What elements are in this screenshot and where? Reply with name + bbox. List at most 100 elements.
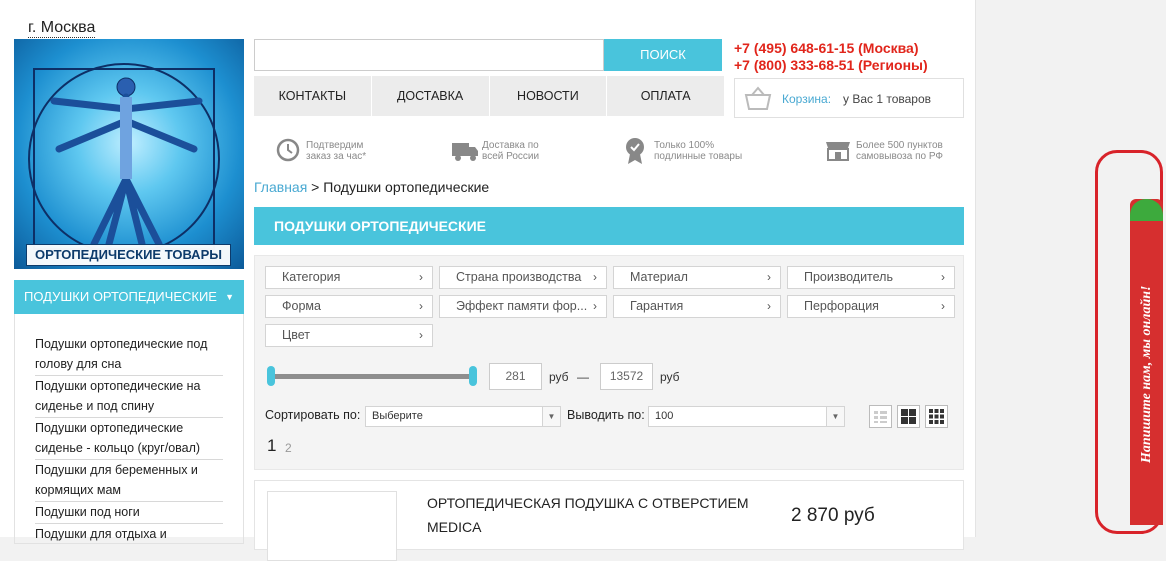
sidebar-item-pregnancy[interactable]: Подушки для беременных и кормящих мам bbox=[35, 460, 223, 502]
chevron-right-icon: › bbox=[593, 270, 597, 284]
chevron-right-icon: › bbox=[419, 328, 423, 342]
chevron-right-icon: › bbox=[941, 270, 945, 284]
product-card: ОРТОПЕДИЧЕСКАЯ ПОДУШКА С ОТВЕРСТИЕМ MEDI… bbox=[254, 480, 964, 561]
benefit-confirm-line1: Подтвердим bbox=[306, 140, 364, 151]
filter-color[interactable]: Цвет › bbox=[265, 324, 433, 347]
price-dash: — bbox=[577, 370, 589, 384]
filter-material[interactable]: Материал › bbox=[613, 266, 781, 289]
filter-shape[interactable]: Форма › bbox=[265, 295, 433, 318]
vitruvian-man-icon bbox=[28, 63, 220, 255]
delivery-truck-icon bbox=[452, 143, 478, 161]
sidebar-item-ring-seat[interactable]: Подушки ортопедические сиденье - кольцо … bbox=[35, 418, 223, 460]
filter-manufacturer-label: Производитель bbox=[804, 270, 893, 284]
price-max-input[interactable]: 13572 bbox=[600, 363, 653, 390]
chevron-right-icon: › bbox=[767, 270, 771, 284]
benefit-original-line2: подлинные товары bbox=[654, 151, 743, 162]
product-name[interactable]: ОРТОПЕДИЧЕСКАЯ ПОДУШКА С ОТВЕРСТИЕМ MEDI… bbox=[427, 491, 757, 539]
dropdown-arrow-icon: ▼ bbox=[542, 407, 560, 426]
sidebar-item-leg-pillows[interactable]: Подушки под ноги bbox=[35, 502, 223, 524]
price-min-handle[interactable] bbox=[267, 366, 275, 386]
phone-regions[interactable]: +7 (800) 333-68-51 (Регионы) bbox=[734, 57, 928, 74]
page-title: ПОДУШКИ ОРТОПЕДИЧЕСКИЕ bbox=[254, 207, 964, 245]
sidebar-category-list: Подушки ортопедические под голову для сн… bbox=[14, 314, 244, 544]
benefit-delivery-line2: всей России bbox=[482, 151, 540, 162]
filter-material-label: Материал bbox=[630, 270, 688, 284]
filter-panel: Категория › Страна производства › Материал… bbox=[254, 255, 964, 470]
city-selector[interactable]: г. Москва bbox=[28, 19, 96, 38]
nav-contacts[interactable]: КОНТАКТЫ bbox=[254, 76, 372, 116]
benefit-original-line1: Только 100% bbox=[654, 140, 715, 151]
breadcrumb-separator: > bbox=[307, 179, 324, 195]
price-min-input[interactable]: 281 bbox=[489, 363, 542, 390]
view-grid-large-icon[interactable] bbox=[897, 405, 920, 428]
page-1-current: 1 bbox=[267, 436, 277, 455]
benefit-pickup-line2: самовывоза по РФ bbox=[856, 151, 943, 162]
cart-count: у Вас 1 товаров bbox=[843, 92, 932, 106]
chevron-right-icon: › bbox=[419, 299, 423, 313]
per-page-select[interactable]: 100 ▼ bbox=[648, 406, 845, 427]
cart-label: Корзина: bbox=[782, 92, 832, 106]
filter-color-label: Цвет bbox=[282, 328, 311, 342]
sort-label: Сортировать по: bbox=[265, 408, 361, 422]
breadcrumb-current: Подушки ортопедические bbox=[323, 179, 490, 195]
filter-category-label: Категория bbox=[282, 270, 341, 284]
dropdown-arrow-icon: ▼ bbox=[826, 407, 844, 426]
logo[interactable]: ОРТОПЕДИЧЕСКИЕ ТОВАРЫ bbox=[14, 39, 244, 269]
price-range-track[interactable] bbox=[269, 374, 472, 379]
benefit-pickup-line1: Более 500 пунктов bbox=[856, 140, 943, 151]
filter-manufacturer[interactable]: Производитель › bbox=[787, 266, 955, 289]
top-navigation: КОНТАКТЫ ДОСТАВКА НОВОСТИ ОПЛАТА bbox=[254, 76, 724, 116]
phone-numbers: +7 (495) 648-61-15 (Москва) +7 (800) 333… bbox=[734, 40, 928, 74]
filter-perforation-label: Перфорация bbox=[804, 299, 879, 313]
filter-memory-effect-label: Эффект памяти фор... bbox=[456, 299, 588, 313]
chevron-right-icon: › bbox=[419, 270, 423, 284]
price-min-unit: руб bbox=[549, 370, 569, 384]
chevron-right-icon: › bbox=[941, 299, 945, 313]
confirm-clock-icon bbox=[276, 138, 300, 162]
breadcrumb-home[interactable]: Главная bbox=[254, 179, 307, 195]
chat-tab-label: Напишите нам, мы онлайн! bbox=[1139, 285, 1154, 463]
per-page-value: 100 bbox=[655, 410, 674, 422]
filter-warranty-label: Гарантия bbox=[630, 299, 684, 313]
page-2-link[interactable]: 2 bbox=[285, 441, 292, 455]
benefits-row: Подтвердим заказ за час* Доставка по всей … bbox=[254, 134, 964, 168]
breadcrumb: Главная > Подушки ортопедические bbox=[254, 179, 489, 195]
page: г. Москва ОРТОПЕДИЧЕСКИЕ ТОВАРЫ ПОДУШКИ … bbox=[0, 0, 976, 561]
phone-moscow[interactable]: +7 (495) 648-61-15 (Москва) bbox=[734, 40, 928, 57]
view-grid-small-icon[interactable] bbox=[925, 405, 948, 428]
nav-delivery[interactable]: ДОСТАВКА bbox=[372, 76, 490, 116]
sidebar-heading-label: ПОДУШКИ ОРТОПЕДИЧЕСКИЕ bbox=[24, 289, 217, 304]
product-image[interactable] bbox=[267, 491, 397, 561]
sidebar-category-heading[interactable]: ПОДУШКИ ОРТОПЕДИЧЕСКИЕ ▼ bbox=[14, 280, 244, 314]
chevron-right-icon: › bbox=[767, 299, 771, 313]
pickup-store-icon bbox=[826, 142, 850, 161]
caret-down-icon: ▼ bbox=[225, 292, 234, 302]
sort-select[interactable]: Выберите ▼ bbox=[365, 406, 561, 427]
price-max-unit: руб bbox=[660, 370, 680, 384]
filter-memory-effect[interactable]: Эффект памяти фор... › bbox=[439, 295, 607, 318]
product-price: 2 870 руб bbox=[791, 505, 875, 526]
nav-news[interactable]: НОВОСТИ bbox=[490, 76, 608, 116]
price-max-handle[interactable] bbox=[469, 366, 477, 386]
cart-basket-icon bbox=[744, 86, 772, 110]
logo-caption: ОРТОПЕДИЧЕСКИЕ ТОВАРЫ bbox=[26, 244, 231, 266]
filter-perforation[interactable]: Перфорация › bbox=[787, 295, 955, 318]
filter-country[interactable]: Страна производства › bbox=[439, 266, 607, 289]
view-list-icon[interactable] bbox=[869, 405, 892, 428]
search-input[interactable] bbox=[254, 39, 604, 71]
benefit-delivery-line1: Доставка по bbox=[482, 140, 539, 151]
sidebar-item-rest-pillows[interactable]: Подушки для отдыха и bbox=[35, 524, 223, 545]
benefit-confirm-line2: заказ за час* bbox=[306, 151, 367, 162]
per-page-label: Выводить по: bbox=[567, 408, 645, 422]
filter-shape-label: Форма bbox=[282, 299, 321, 313]
nav-payment[interactable]: ОПЛАТА bbox=[607, 76, 724, 116]
search-button[interactable]: ПОИСК bbox=[604, 39, 722, 71]
filter-category[interactable]: Категория › bbox=[265, 266, 433, 289]
filter-country-label: Страна производства bbox=[456, 270, 582, 284]
cart-widget[interactable]: Корзина: у Вас 1 товаров bbox=[734, 78, 964, 118]
sidebar-item-seat-back[interactable]: Подушки ортопедические на сиденье и под … bbox=[35, 376, 223, 418]
original-badge-icon bbox=[626, 138, 644, 164]
chevron-right-icon: › bbox=[593, 299, 597, 313]
sidebar-item-head-pillows[interactable]: Подушки ортопедические под голову для сн… bbox=[35, 334, 223, 376]
filter-warranty[interactable]: Гарантия › bbox=[613, 295, 781, 318]
